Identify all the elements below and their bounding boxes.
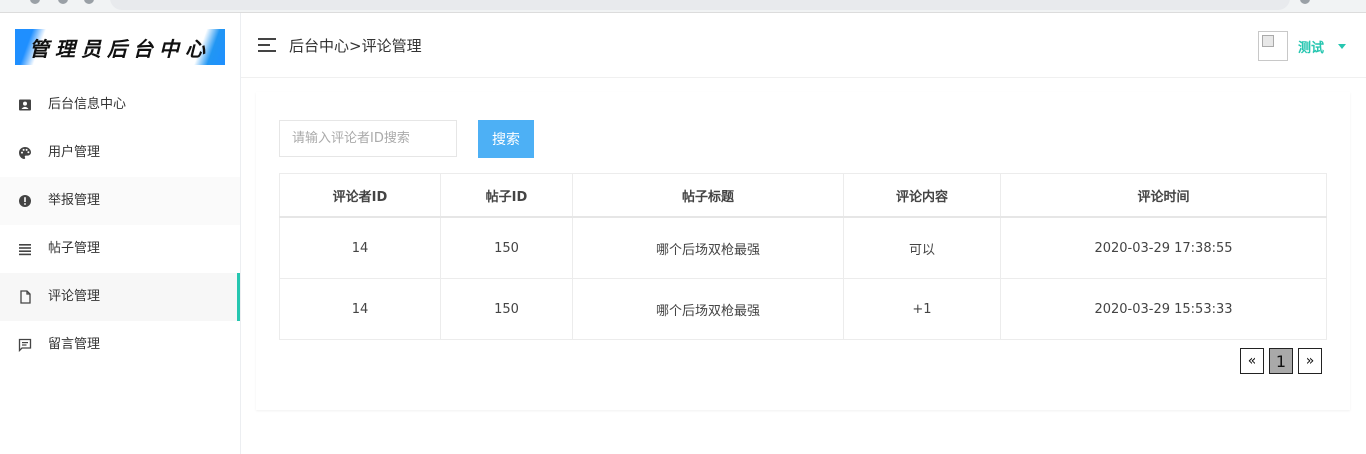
sidebar-menu: 后台信息中心 用户管理 举报管理 帖子管理 评论管理 留言管理 [0,81,240,369]
cell-comment-time: 2020-03-29 15:53:33 [1000,278,1327,340]
sidebar-item-comments[interactable]: 评论管理 [0,273,240,321]
table-row: 14 150 哪个后场双枪最强 +1 2020-03-29 15:53:33 [279,278,1327,340]
user-menu[interactable]: 测试 [1257,30,1346,62]
column-header-post-id: 帖子ID [440,173,573,218]
column-header-post-title: 帖子标题 [572,173,844,218]
cell-post-id: 150 [440,278,573,340]
sidebar-item-reports[interactable]: 举报管理 [0,177,240,225]
column-header-commenter-id: 评论者ID [279,173,441,218]
avatar[interactable] [1257,31,1288,61]
alert-circle-icon [18,194,32,208]
pagination-prev-button[interactable]: « [1240,348,1264,374]
sidebar-item-messages[interactable]: 留言管理 [0,321,240,369]
back-icon[interactable] [30,0,40,4]
account-icon[interactable] [1300,0,1310,4]
chevron-down-icon[interactable] [1338,43,1346,49]
comment-management-panel: 搜索 评论者ID 帖子ID 帖子标题 评论内容 评论时间 14 150 哪个后场… [256,92,1350,410]
id-card-icon [18,98,32,112]
list-icon [18,242,32,256]
sidebar-item-label: 评论管理 [48,289,101,304]
search-button[interactable]: 搜索 [478,120,534,158]
sidebar-item-label: 帖子管理 [48,241,101,256]
sidebar-item-label: 举报管理 [48,193,101,208]
cell-post-title: 哪个后场双枪最强 [572,216,844,279]
search-input[interactable] [279,120,457,157]
browser-chrome [0,0,1366,13]
address-bar[interactable] [110,0,1290,10]
cell-commenter-id: 14 [279,278,441,340]
pagination-page-button[interactable]: 1 [1269,348,1293,374]
cell-post-title: 哪个后场双枪最强 [572,278,844,340]
sidebar-item-label: 后台信息中心 [48,97,127,112]
pagination-next-button[interactable]: » [1298,348,1322,374]
cell-comment-content: 可以 [843,216,1001,279]
table-header-row: 评论者ID 帖子ID 帖子标题 评论内容 评论时间 [279,173,1327,218]
comments-table: 评论者ID 帖子ID 帖子标题 评论内容 评论时间 14 150 哪个后场双枪最… [279,173,1327,340]
sidebar: 管理员后台中心 后台信息中心 用户管理 举报管理 帖子管理 评论管理 留言管理 [0,13,241,454]
file-icon [18,290,32,304]
message-icon [18,338,32,353]
logo-text: 管理员后台中心 [29,36,211,61]
sidebar-item-users[interactable]: 用户管理 [0,129,240,177]
table-row: 14 150 哪个后场双枪最强 可以 2020-03-29 17:38:55 [279,216,1327,279]
cell-comment-time: 2020-03-29 17:38:55 [1000,216,1327,279]
column-header-comment-time: 评论时间 [1000,173,1327,218]
forward-icon[interactable] [58,0,68,4]
reload-icon[interactable] [84,0,94,4]
sidebar-item-label: 留言管理 [48,337,101,352]
pagination: « 1 » [1235,348,1322,374]
sidebar-item-label: 用户管理 [48,145,101,160]
sidebar-item-posts[interactable]: 帖子管理 [0,225,240,273]
sidebar-item-info-center[interactable]: 后台信息中心 [0,81,240,129]
cell-commenter-id: 14 [279,216,441,279]
cell-comment-content: +1 [843,278,1001,340]
breadcrumb: 后台中心>评论管理 [289,37,422,55]
username[interactable]: 测试 [1298,37,1324,56]
logo: 管理员后台中心 [15,29,225,65]
column-header-comment-content: 评论内容 [843,173,1001,218]
top-header: 后台中心>评论管理 测试 [241,13,1366,78]
cell-post-id: 150 [440,216,573,279]
menu-toggle-icon[interactable] [258,38,276,52]
palette-icon [18,146,32,160]
